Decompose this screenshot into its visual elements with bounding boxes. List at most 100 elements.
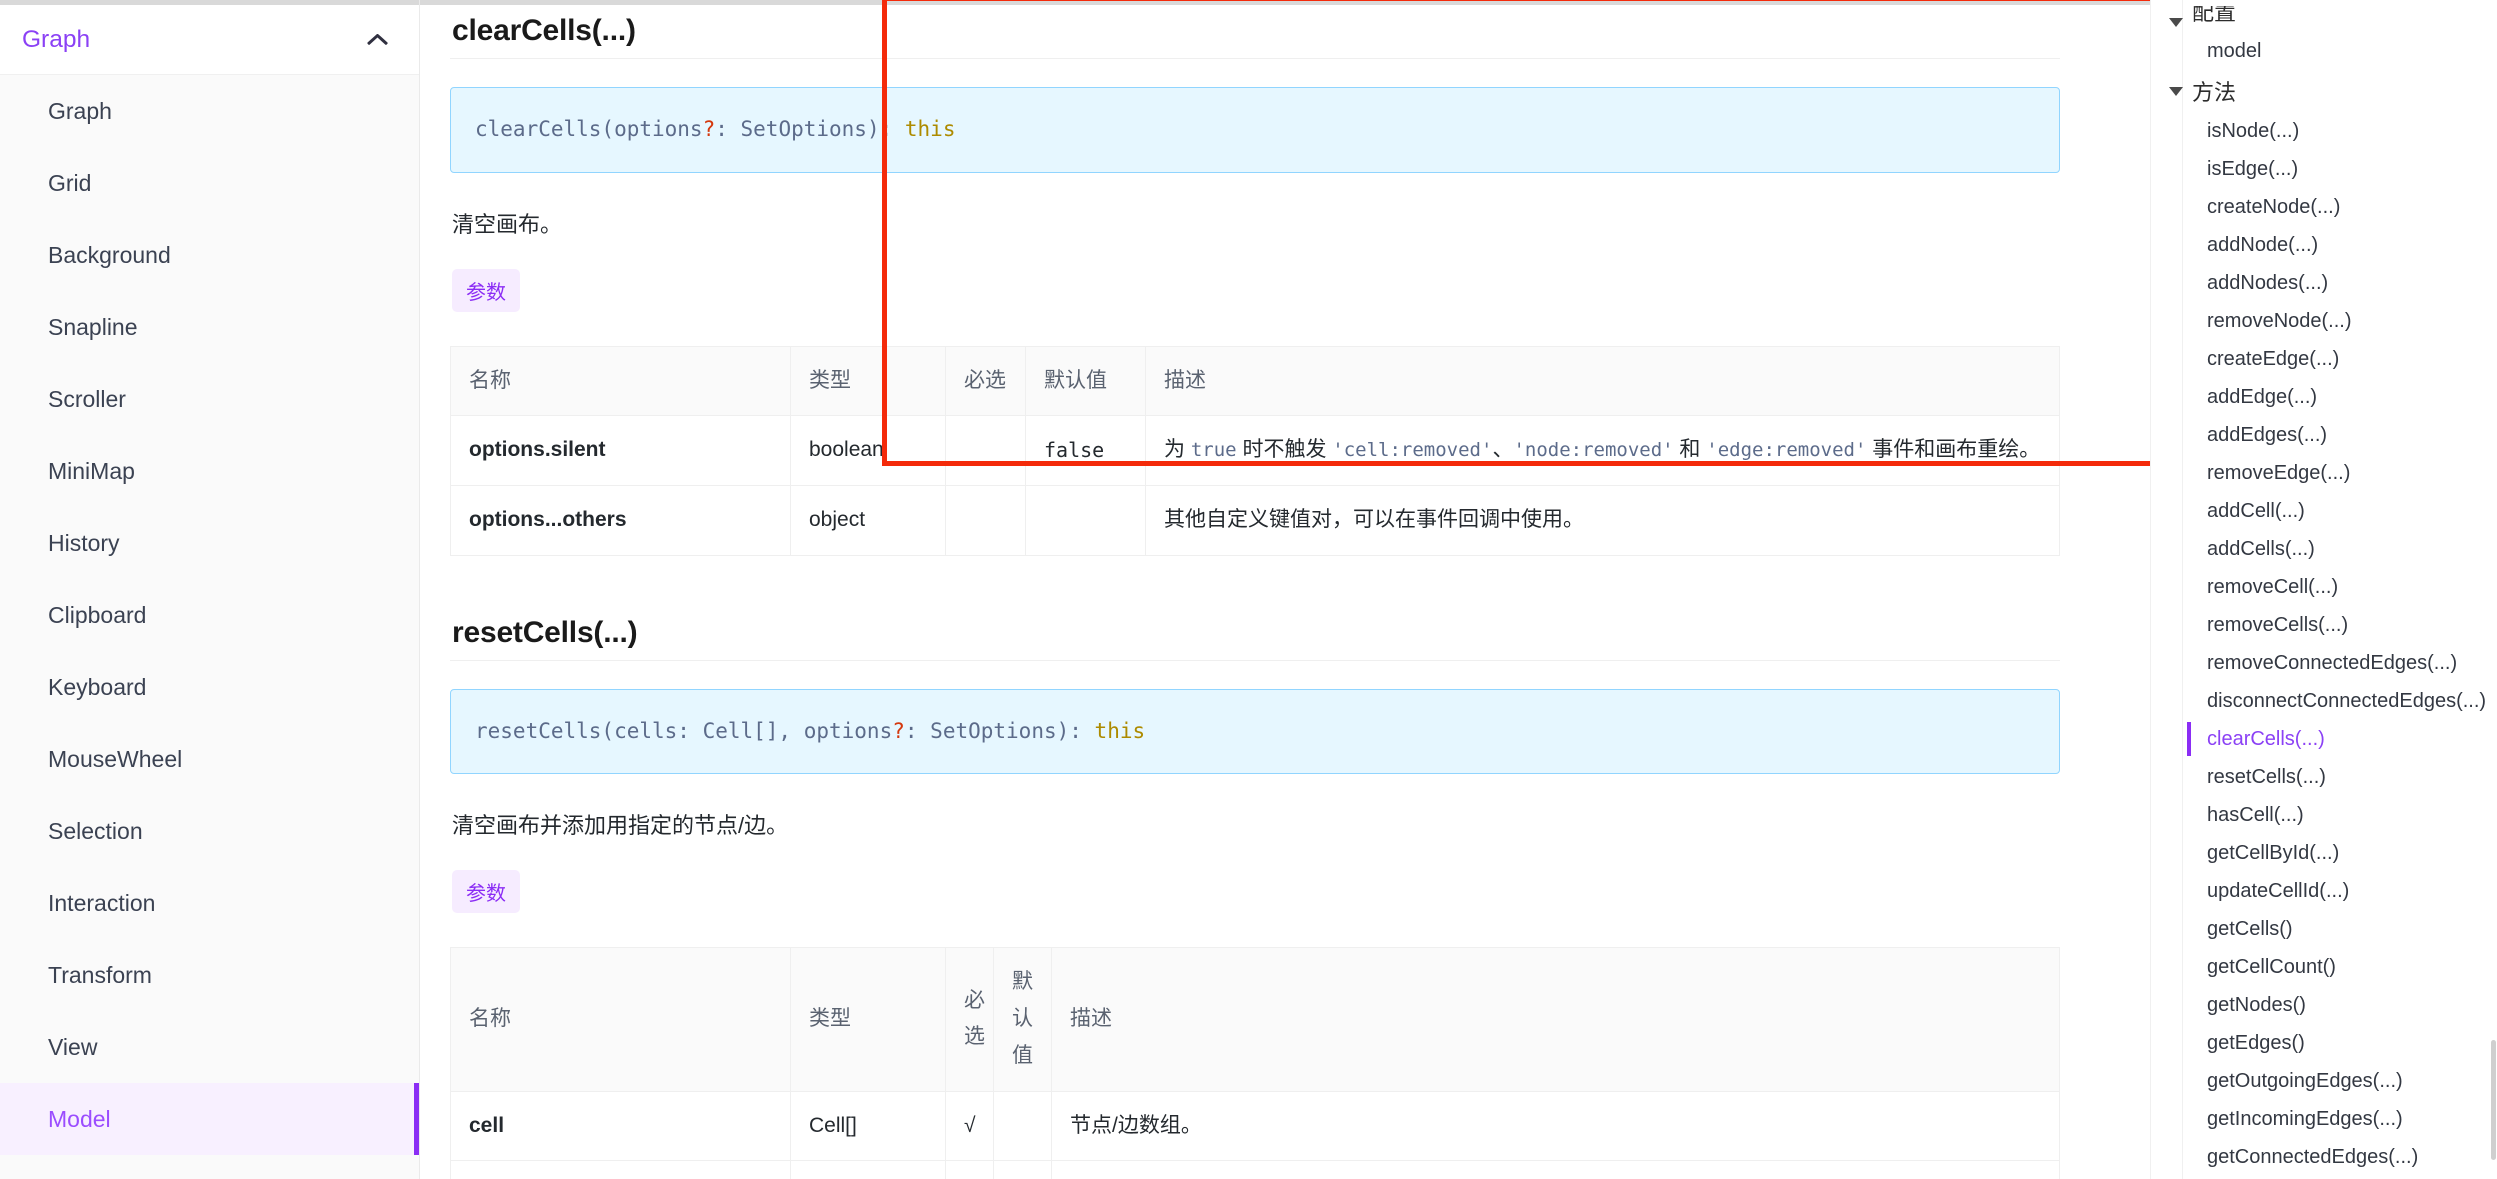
sidebar-item-minimap[interactable]: MiniMap bbox=[0, 435, 419, 507]
section-title-resetcells: resetCells(...) bbox=[450, 610, 2060, 661]
toc-item-removecells[interactable]: removeCells(...) bbox=[2159, 606, 2497, 644]
sidebar-item-model[interactable]: Model bbox=[0, 1083, 419, 1155]
cell-default bbox=[1025, 485, 1146, 556]
main-top-divider bbox=[420, 0, 2150, 5]
table-row: options.silent boolean false 为 true 时不触发… bbox=[450, 415, 2060, 486]
sidebar-group-graph[interactable]: Graph bbox=[0, 5, 419, 75]
cell-desc: 其他自定义键值对，可以在事件回调中使用。 bbox=[1145, 485, 2060, 556]
cell-default bbox=[993, 1090, 1052, 1162]
sidebar-item-graph[interactable]: Graph bbox=[0, 75, 419, 147]
cell-desc: 为 true 时不触发 'cell:removed'、'node:removed… bbox=[1145, 415, 2060, 486]
toc-item-addcells[interactable]: addCells(...) bbox=[2159, 530, 2497, 568]
toc-item-updatecellid[interactable]: updateCellId(...) bbox=[2159, 872, 2497, 910]
toc-item-clearcells[interactable]: clearCells(...) bbox=[2159, 720, 2497, 758]
page-root: Graph Graph Grid Background Snapline Scrolle… bbox=[0, 0, 2497, 1179]
sidebar-item-background[interactable]: Background bbox=[0, 219, 419, 291]
sidebar-item-label: Grid bbox=[48, 169, 92, 196]
section-description: 清空画布。 bbox=[452, 211, 563, 237]
toc-group-config[interactable]: 配置 bbox=[2159, 6, 2497, 32]
col-required: 必选 bbox=[945, 345, 1026, 417]
caret-down-icon[interactable] bbox=[2169, 18, 2183, 27]
params-badge: 参数 bbox=[452, 870, 520, 914]
sidebar-item-view[interactable]: View bbox=[0, 1011, 419, 1083]
table-row: cell Cell[] √ 节点/边数组。 bbox=[450, 1090, 2060, 1162]
left-sidebar: Graph Graph Grid Background Snapline Scrolle… bbox=[0, 0, 420, 1179]
sidebar-item-grid[interactable]: Grid bbox=[0, 147, 419, 219]
sidebar-item-label: MiniMap bbox=[48, 457, 135, 484]
optional-marker: ? bbox=[702, 117, 716, 141]
page-title: clearCells(...) bbox=[450, 8, 2060, 59]
sidebar-item-interaction[interactable]: Interaction bbox=[0, 867, 419, 939]
col-type: 类型 bbox=[790, 947, 946, 1092]
sidebar-item-keyboard[interactable]: Keyboard bbox=[0, 651, 419, 723]
caret-down-icon[interactable] bbox=[2169, 86, 2183, 96]
toc-item-hascell[interactable]: hasCell(...) bbox=[2159, 796, 2497, 834]
sidebar-item-selection[interactable]: Selection bbox=[0, 795, 419, 867]
cell-required: √ bbox=[945, 1090, 994, 1162]
sidebar-item-label: Snapline bbox=[48, 313, 138, 340]
vertical-scrollbar[interactable] bbox=[2490, 0, 2497, 1179]
sidebar-item-list: Graph Grid Background Snapline Scroller MiniM… bbox=[0, 75, 419, 1155]
table-row: options.silent boolean false 为 true 时不触发… bbox=[450, 1160, 2060, 1179]
toc-group-label: 配置 bbox=[2192, 6, 2237, 25]
cell-desc: 节点/边数组。 bbox=[1051, 1090, 2060, 1162]
signature-text: resetCells(cells: Cell[], options bbox=[475, 718, 893, 743]
toc-item-removeedge[interactable]: removeEdge(...) bbox=[2159, 454, 2497, 492]
toc-item-addcell[interactable]: addCell(...) bbox=[2159, 492, 2497, 530]
sidebar-item-clipboard[interactable]: Clipboard bbox=[0, 579, 419, 651]
chevron-up-icon[interactable] bbox=[367, 33, 389, 46]
sidebar-item-label: View bbox=[48, 1033, 98, 1060]
params-table-clearcells: 名称 类型 必选 默认值 描述 options.silent boolean f… bbox=[450, 345, 2060, 556]
toc-item-getcells[interactable]: getCells() bbox=[2159, 910, 2497, 948]
sidebar-item-snapline[interactable]: Snapline bbox=[0, 291, 419, 363]
col-desc: 描述 bbox=[1051, 947, 2060, 1092]
return-type: this bbox=[1094, 718, 1146, 743]
toc-group-methods[interactable]: 方法 bbox=[2159, 70, 2497, 112]
right-toc-sidebar: 配置 model 方法 isNode(...) isEdge(...) createNod… bbox=[2150, 0, 2497, 1179]
cell-name: cell bbox=[450, 1090, 791, 1162]
toc-item-removecell[interactable]: removeCell(...) bbox=[2159, 568, 2497, 606]
sidebar-item-label: Interaction bbox=[48, 889, 156, 916]
toc-item-addnode[interactable]: addNode(...) bbox=[2159, 226, 2497, 264]
sidebar-item-transform[interactable]: Transform bbox=[0, 939, 419, 1011]
toc-item-getcellbyid[interactable]: getCellById(...) bbox=[2159, 834, 2497, 872]
sidebar-item-mousewheel[interactable]: MouseWheel bbox=[0, 723, 419, 795]
toc-item-disconnectconnectededges[interactable]: disconnectConnectedEdges(...) bbox=[2159, 682, 2497, 720]
sidebar-item-scroller[interactable]: Scroller bbox=[0, 363, 419, 435]
toc-item-removeconnectededges[interactable]: removeConnectedEdges(...) bbox=[2159, 644, 2497, 682]
toc-item-addedges[interactable]: addEdges(...) bbox=[2159, 416, 2497, 454]
toc-item-model[interactable]: model bbox=[2159, 32, 2497, 70]
signature-mid: : SetOptions): bbox=[904, 718, 1095, 743]
sidebar-item-label: Background bbox=[48, 241, 171, 268]
toc-item-getedges[interactable]: getEdges() bbox=[2159, 1024, 2497, 1062]
toc-item-createedge[interactable]: createEdge(...) bbox=[2159, 340, 2497, 378]
toc-item-isnode[interactable]: isNode(...) bbox=[2159, 112, 2497, 150]
toc-item-isedge[interactable]: isEdge(...) bbox=[2159, 150, 2497, 188]
toc-item-getcellcount[interactable]: getCellCount() bbox=[2159, 948, 2497, 986]
table-row: options...others object 其他自定义键值对，可以在事件回调… bbox=[450, 485, 2060, 556]
toc-item-getnodes[interactable]: getNodes() bbox=[2159, 986, 2497, 1024]
toc-item-getconnectededges[interactable]: getConnectedEdges(...) bbox=[2159, 1138, 2497, 1176]
toc-item-removenode[interactable]: removeNode(...) bbox=[2159, 302, 2497, 340]
optional-marker: ? bbox=[892, 718, 905, 743]
params-table-resetcells: 名称 类型 必选 默认值 描述 cell Cell[] √ 节点/边数组。 bbox=[450, 947, 2060, 1179]
toc-item-addnodes[interactable]: addNodes(...) bbox=[2159, 264, 2497, 302]
cell-default: false bbox=[1025, 415, 1146, 486]
toc-item-getincomingedges[interactable]: getIncomingEdges(...) bbox=[2159, 1100, 2497, 1138]
cell-type: object bbox=[790, 485, 946, 556]
sidebar-group-title: Graph bbox=[22, 25, 91, 53]
sidebar-item-history[interactable]: History bbox=[0, 507, 419, 579]
sidebar-item-label: Clipboard bbox=[48, 601, 147, 628]
toc-item-createnode[interactable]: createNode(...) bbox=[2159, 188, 2497, 226]
cell-required bbox=[945, 1160, 994, 1179]
section-description: 清空画布并添加用指定的节点/边。 bbox=[452, 813, 789, 839]
signature-codeblock-clearcells: clearCells(options?: SetOptions): this bbox=[450, 87, 2060, 173]
sidebar-item-label: Model bbox=[48, 1105, 111, 1132]
toc-item-getoutgoingedges[interactable]: getOutgoingEdges(...) bbox=[2159, 1062, 2497, 1100]
toc-item-addedge[interactable]: addEdge(...) bbox=[2159, 378, 2497, 416]
scrollbar-thumb[interactable] bbox=[2491, 1040, 2496, 1160]
sidebar-top-divider bbox=[0, 0, 419, 5]
sidebar-item-label: Transform bbox=[48, 961, 152, 988]
col-name: 名称 bbox=[450, 345, 791, 417]
toc-item-resetcells[interactable]: resetCells(...) bbox=[2159, 758, 2497, 796]
